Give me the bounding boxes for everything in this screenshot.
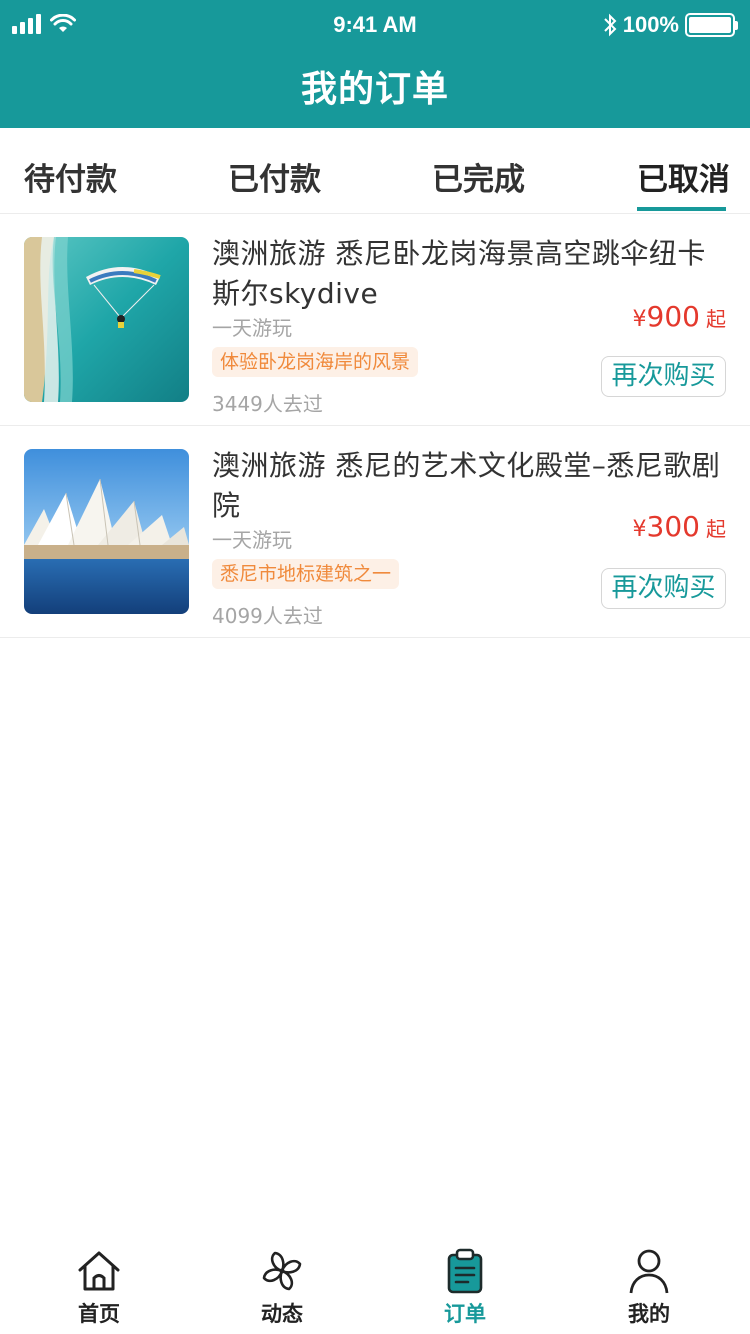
tabbar-item-home[interactable]: 首页 [39,1248,159,1328]
tabbar-label: 首页 [78,1302,120,1326]
tabbar-item-moments[interactable]: 动态 [222,1248,342,1328]
tab-pending-payment[interactable]: 待付款 [24,154,117,199]
tabbar-item-me[interactable]: 我的 [589,1248,709,1328]
order-tag: 悉尼市地标建筑之一 [212,559,400,589]
order-thumbnail [24,449,189,614]
tab-paid[interactable]: 已付款 [228,154,321,199]
order-tag: 体验卧龙岗海岸的风景 [212,347,419,377]
order-subtitle: 一天游玩 [212,316,292,340]
visitor-count: 4099人去过 [212,604,323,628]
active-tab-indicator [637,207,726,211]
buy-again-button[interactable]: 再次购买 [601,356,726,397]
order-thumbnail [24,237,189,402]
status-right: 100% [603,12,738,38]
tab-cancelled[interactable]: 已取消 [637,154,730,199]
bluetooth-icon [604,13,617,37]
order-price: ¥300 起 [633,510,726,543]
order-list-item[interactable]: 澳洲旅游 悉尼的艺术文化殿堂–悉尼歌剧院 一天游玩 悉尼市地标建筑之一 4099… [0,426,750,638]
order-status-tabs: 待付款 已付款 已完成 已取消 [0,128,750,214]
tabbar-item-orders[interactable]: 订单 [405,1248,525,1328]
tabbar-label: 动态 [261,1302,303,1326]
price-currency: ¥ [632,307,647,332]
order-price: ¥900 起 [633,300,726,333]
price-value: 300 [646,510,700,543]
page-title: 我的订单 [300,69,449,110]
price-unit: 起 [706,307,726,331]
price-unit: 起 [706,517,726,541]
bottom-tab-bar: 首页 动态 订单 我的 [0,1240,750,1334]
price-value: 900 [646,300,700,333]
home-icon [76,1248,122,1294]
header: 9:41 AM 100% 我的订单 [0,0,750,128]
visitor-count: 3449人去过 [212,392,323,416]
battery-icon [685,13,735,37]
pinwheel-icon [259,1248,305,1294]
tabbar-label: 我的 [628,1302,670,1326]
status-bar: 9:41 AM 100% [0,0,750,52]
user-icon [626,1248,672,1294]
tab-completed[interactable]: 已完成 [432,154,525,199]
clipboard-icon [442,1248,488,1294]
tabbar-label: 订单 [444,1302,486,1326]
battery-percent: 100% [622,12,679,37]
order-subtitle: 一天游玩 [212,528,292,552]
price-currency: ¥ [632,517,647,542]
buy-again-button[interactable]: 再次购买 [601,568,726,609]
order-list-item[interactable]: 澳洲旅游 悉尼卧龙岗海景高空跳伞纽卡斯尔skydive 一天游玩 体验卧龙岗海岸… [0,214,750,426]
